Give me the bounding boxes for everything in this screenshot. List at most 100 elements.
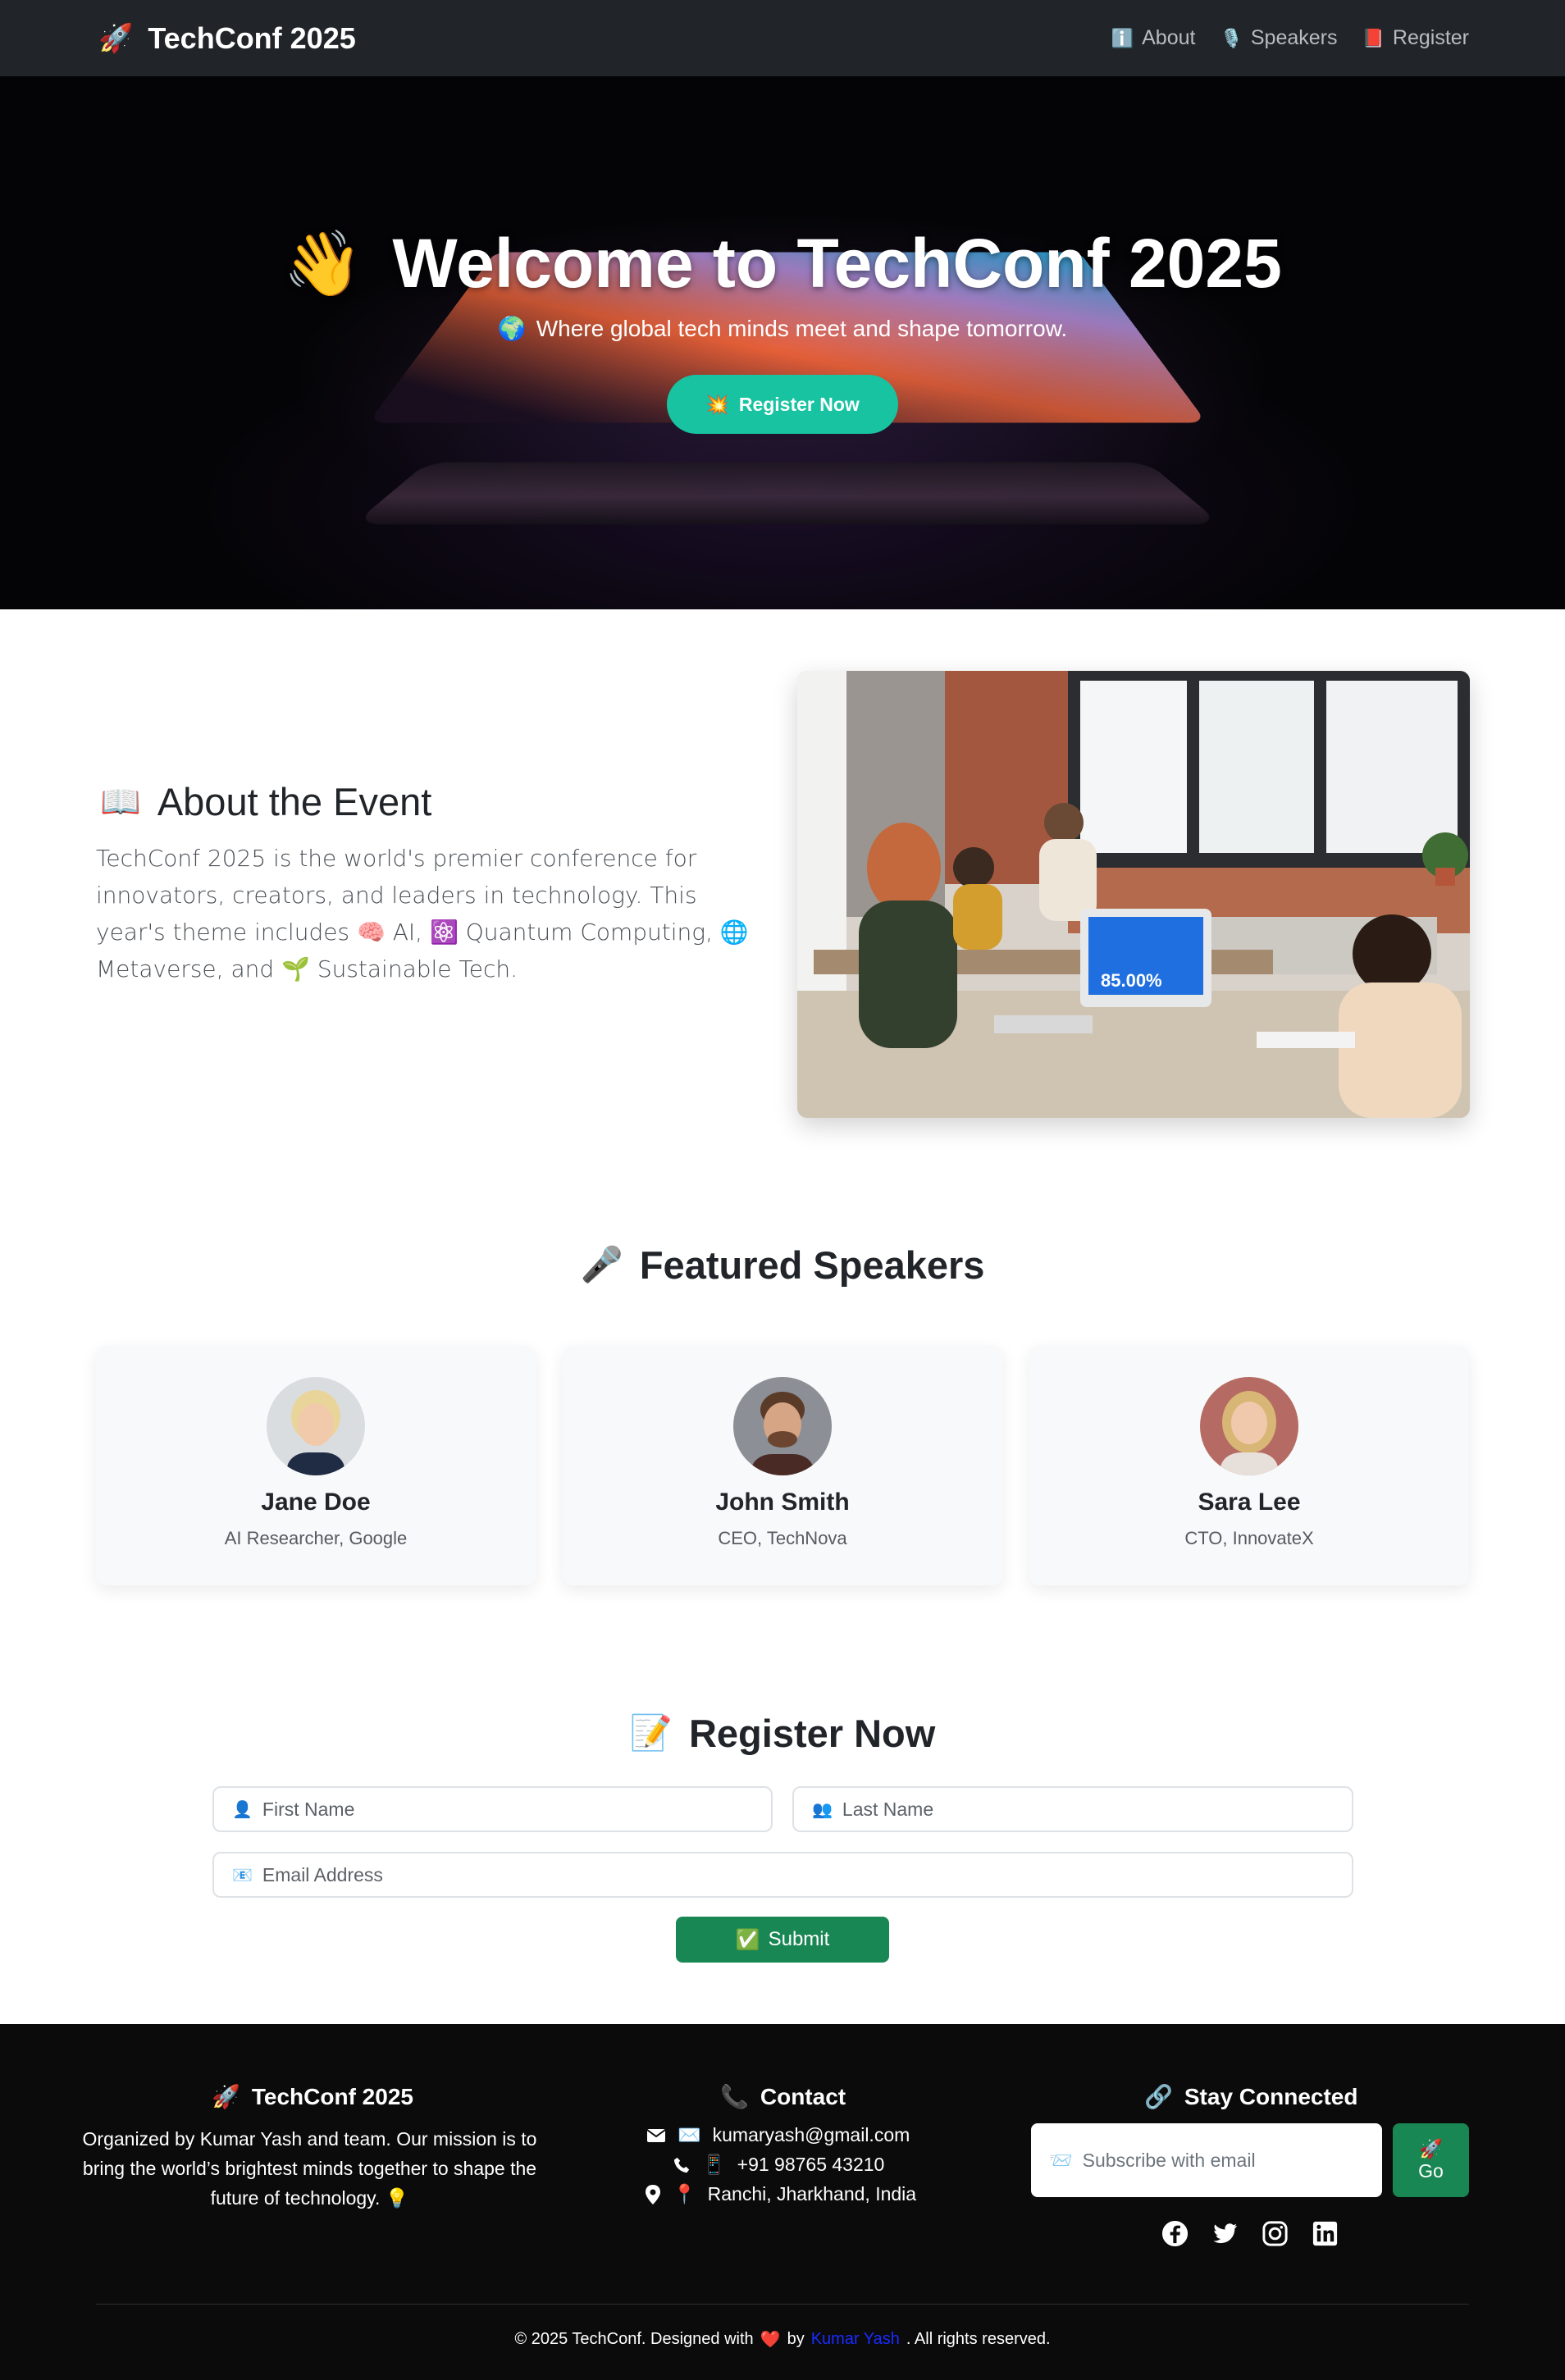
footer: 🚀 TechConf 2025 Organized by Kumar Yash … — [0, 2024, 1565, 2380]
speaker-photo — [733, 1377, 832, 1475]
register-heading-text: Register Now — [688, 1712, 936, 1755]
atom-icon: ⚛️ — [429, 919, 459, 946]
nav-link-label: Speakers — [1250, 26, 1338, 49]
globe-icon: 🌍 — [497, 316, 527, 341]
nav-link-register[interactable]: 📕 Register — [1362, 26, 1470, 50]
phone-icon — [673, 2157, 690, 2173]
hero-subtitle: 🌍 Where global tech minds meet and shape… — [0, 315, 1565, 342]
nav-link-label: About — [1142, 26, 1196, 49]
link-icon: 🔗 — [1144, 2084, 1173, 2109]
speaker-name: John Smith — [715, 1489, 850, 1516]
hero-section: 👋 Welcome to TechConf 2025 🌍 Where globa… — [0, 76, 1565, 609]
hero-content: 👋 Welcome to TechConf 2025 🌍 Where globa… — [0, 76, 1565, 434]
rocket-icon: 🚀 — [98, 22, 134, 54]
pin-emoji-icon: 📍 — [673, 2183, 696, 2204]
memo-icon: 📝 — [629, 1713, 673, 1752]
hero-laptop-base — [353, 462, 1222, 525]
open-book-icon: 📖 — [100, 784, 141, 820]
copyright-by: by — [787, 2330, 805, 2348]
email-emoji-icon: ✉️ — [678, 2124, 701, 2145]
about-heading-text: About the Event — [157, 780, 432, 823]
copyright-prefix: © 2025 TechConf. Designed with — [514, 2330, 754, 2348]
about-office-photo: 85.00% — [797, 671, 1470, 1118]
hero-register-button[interactable]: 💥 Register Now — [667, 375, 898, 434]
navbar: 🚀 TechConf 2025 ℹ️ About 🎙️ Speakers 📕 R… — [0, 0, 1565, 76]
contact-phone: 📱 +91 98765 43210 — [673, 2154, 884, 2176]
footer-about-title-text: TechConf 2025 — [251, 2083, 413, 2109]
last-name-placeholder: Last Name — [842, 1798, 934, 1820]
footer-contact-title-text: Contact — [760, 2083, 846, 2109]
speakers-heading: 🎤 Featured Speakers — [0, 1242, 1565, 1288]
social-links — [1161, 2219, 1339, 2248]
seedling-icon: 🌱 — [281, 955, 310, 983]
twitter-icon[interactable] — [1211, 2219, 1239, 2248]
nav-link-speakers[interactable]: 🎙️ Speakers — [1220, 26, 1337, 50]
info-icon: ℹ️ — [1111, 27, 1134, 48]
email-icon: 📧 — [232, 1866, 253, 1885]
speaker-role: CTO, InnovateX — [1184, 1528, 1314, 1548]
nav-link-label: Register — [1392, 26, 1469, 49]
avatar — [267, 1377, 365, 1475]
subscribe-placeholder: Subscribe with email — [1082, 2149, 1256, 2171]
envelope-icon — [646, 2128, 666, 2142]
contact-email-text[interactable]: kumaryash@gmail.com — [713, 2124, 910, 2146]
rocket-icon: 🚀 — [212, 2084, 240, 2109]
footer-about-text: Organized by Kumar Yash and team. Our mi… — [82, 2128, 537, 2209]
email-placeholder: Email Address — [262, 1863, 383, 1885]
email-field[interactable]: 📧 Email Address — [212, 1852, 1353, 1898]
linkedin-icon[interactable] — [1311, 2219, 1339, 2248]
last-name-field[interactable]: 👥 Last Name — [792, 1786, 1353, 1832]
brand[interactable]: 🚀 TechConf 2025 — [98, 21, 356, 56]
footer-connect-title: 🔗 Stay Connected — [1144, 2083, 1357, 2110]
about-heading: 📖 About the Event — [100, 779, 431, 824]
contact-location: 📍 Ranchi, Jharkhand, India — [645, 2183, 916, 2205]
footer-contact-title: 📞 Contact — [720, 2083, 846, 2110]
go-button[interactable]: 🚀 Go — [1393, 2123, 1469, 2197]
contact-email: ✉️ kumaryash@gmail.com — [646, 2124, 910, 2146]
envelope-icon: 📨 — [1049, 2149, 1073, 2171]
heart-icon: ❤️ — [760, 2331, 781, 2349]
microphone-icon: 🎙️ — [1220, 27, 1243, 48]
speaker-name: Sara Lee — [1198, 1489, 1301, 1516]
speaker-role: AI Researcher, Google — [224, 1528, 408, 1548]
facebook-icon[interactable] — [1161, 2219, 1189, 2248]
instagram-icon[interactable] — [1261, 2219, 1289, 2248]
collision-icon: 💥 — [705, 393, 729, 415]
submit-button[interactable]: ✅ Submit — [676, 1917, 889, 1963]
map-pin-icon — [646, 2184, 660, 2204]
nav-link-about[interactable]: ℹ️ About — [1111, 26, 1196, 50]
theme-ai: AI, — [392, 919, 423, 946]
copyright-suffix: . All rights reserved. — [906, 2330, 1051, 2348]
office-scene-illustration: 85.00% — [797, 671, 1470, 1118]
users-icon: 👥 — [812, 1800, 833, 1819]
microphone-icon: 🎤 — [580, 1245, 623, 1283]
speaker-card: Jane Doe AI Researcher, Google — [96, 1346, 536, 1585]
speaker-photo — [267, 1377, 365, 1475]
footer-about-title: 🚀 TechConf 2025 — [212, 2083, 413, 2110]
contact-location-text: Ranchi, Jharkhand, India — [707, 2183, 917, 2204]
author-link[interactable]: Kumar Yash — [811, 2330, 900, 2349]
subscribe-input[interactable]: 📨 Subscribe with email — [1031, 2123, 1382, 2197]
speaker-name: Jane Doe — [261, 1489, 371, 1516]
speaker-role: CEO, TechNova — [718, 1528, 847, 1548]
submit-label: Submit — [768, 1928, 830, 1950]
contact-phone-text: +91 98765 43210 — [737, 2154, 885, 2175]
first-name-field[interactable]: 👤 First Name — [212, 1786, 773, 1832]
waving-hand-icon: 👋 — [283, 226, 363, 299]
hero-title-text: Welcome to TechConf 2025 — [392, 225, 1282, 302]
speakers-heading-text: Featured Speakers — [639, 1243, 985, 1287]
register-heading: 📝 Register Now — [0, 1711, 1565, 1756]
hero-subtitle-text: Where global tech minds meet and shape t… — [536, 315, 1068, 341]
svg-text:85.00%: 85.00% — [1101, 970, 1162, 991]
speaker-card: John Smith CEO, TechNova — [563, 1346, 1002, 1585]
speaker-card: Sara Lee CTO, InnovateX — [1029, 1346, 1469, 1585]
brand-title: TechConf 2025 — [148, 21, 356, 55]
avatar — [1200, 1377, 1298, 1475]
brain-icon: 🧠 — [356, 919, 386, 946]
go-label: Go — [1418, 2160, 1444, 2182]
footer-divider — [96, 2304, 1469, 2305]
theme-metaverse: Metaverse, and — [96, 955, 275, 983]
mobile-emoji-icon: 📱 — [702, 2154, 726, 2175]
hero-register-label: Register Now — [738, 393, 860, 415]
rocket-icon: 🚀 — [1419, 2138, 1443, 2159]
